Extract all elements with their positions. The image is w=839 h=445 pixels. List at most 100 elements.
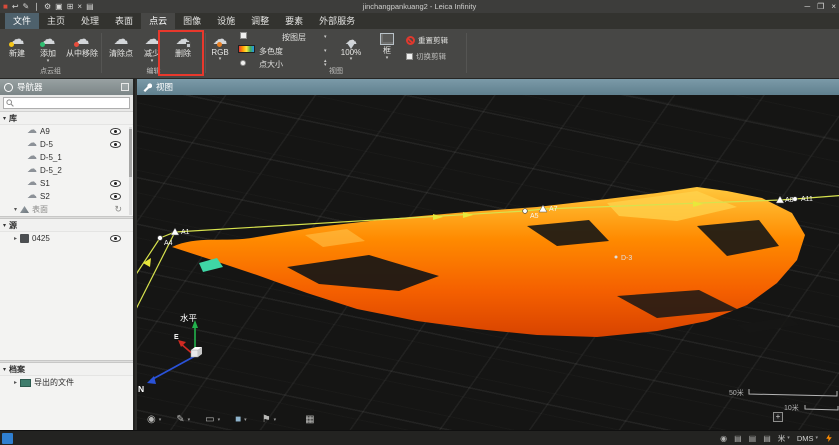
axis-up-label: 水平	[180, 313, 198, 323]
scrollbar[interactable]	[129, 127, 132, 215]
visibility-eye-icon[interactable]	[110, 235, 121, 242]
close-button[interactable]: ×	[831, 0, 836, 13]
group-view: ☁ RGB ▾ 按图层 ▾ 多色度 ▾ 点大小 ▴▾ ☁ 100% ▾	[206, 29, 466, 77]
tree-item-d5-2[interactable]: ☁ D-5_2	[0, 164, 133, 177]
chevron-down-icon: ▾	[219, 57, 222, 62]
chevron-down-icon: ▾	[47, 59, 50, 64]
tree-item-a9[interactable]: ☁ A9	[0, 125, 133, 138]
tab-point-cloud[interactable]: 点云	[141, 13, 175, 29]
add-cloud-icon: ☁	[37, 31, 59, 48]
search-input[interactable]	[3, 97, 130, 109]
visibility-eye-icon[interactable]	[110, 128, 121, 135]
tree-item-d5-1[interactable]: ☁ D-5_1	[0, 151, 133, 164]
tab-features[interactable]: 要素	[277, 13, 311, 29]
by-layer-dropdown[interactable]: 按图层	[282, 32, 306, 43]
ribbon-tabbar: 文件 主页 处理 表面 点云 图像 设施 调整 要素 外部服务	[0, 13, 839, 29]
reset-clip-button[interactable]: 重置剪辑	[406, 35, 448, 46]
visibility-eye-icon[interactable]	[110, 193, 121, 200]
angle-unit-dropdown[interactable]: DMS▾	[797, 434, 818, 443]
window-title: jinchangpankuang2 - Leica Infinity	[0, 0, 839, 13]
tab-services[interactable]: 外部服务	[311, 13, 363, 29]
visibility-eye-icon[interactable]	[110, 141, 121, 148]
status-doc-icon[interactable]: ▤	[749, 434, 757, 443]
orbit-tool-button[interactable]: ◉▾	[147, 414, 161, 425]
chevron-down-icon: ▾	[386, 56, 389, 61]
tab-file[interactable]: 文件	[5, 13, 39, 29]
chevron-down-icon[interactable]: ▾	[324, 48, 327, 54]
filter-cloud-icon: ☁	[340, 31, 362, 48]
flag-tool-button[interactable]: ⚑▾	[262, 414, 276, 425]
taskbar-app-icon[interactable]	[2, 433, 13, 444]
multi-hue-gradient-icon[interactable]	[238, 45, 255, 53]
tool-flash-icon[interactable]	[825, 434, 833, 442]
zoom-percent-button[interactable]: ☁ 100% ▾	[334, 31, 368, 62]
viewport-title: 视图	[156, 81, 173, 93]
tab-adjustments[interactable]: 调整	[243, 13, 277, 29]
tree-item-surfaces[interactable]: ▾ 表面 ↻	[0, 203, 133, 216]
navigator-title: 导航器	[17, 81, 117, 93]
select-tool-button[interactable]: ▭▾	[205, 414, 220, 425]
tree-item-exported-files[interactable]: ▸ 导出的文件	[0, 376, 133, 389]
add-view-button[interactable]: +	[773, 412, 783, 422]
grid-toggle-button[interactable]: ▦	[305, 414, 314, 425]
axis-east-label: E	[174, 334, 179, 341]
search-icon	[6, 99, 14, 107]
tree-item-s2[interactable]: ☁ S2	[0, 190, 133, 203]
checkbox-icon	[406, 53, 413, 60]
section-archive[interactable]: ▾ 档案	[0, 363, 133, 376]
titlebar: ■ ↩ ✎ ❘ ⚙ ▣ ⊞ × ▤ jinchangpankuang2 - Le…	[0, 0, 839, 13]
scale-near-label: 10米	[784, 403, 799, 412]
tab-processing[interactable]: 处理	[73, 13, 107, 29]
highlight-red-box	[158, 30, 204, 76]
tab-infrastructure[interactable]: 设施	[209, 13, 243, 29]
viewport-canvas[interactable]: A4 A1 A5 A7 A8 A11 D-3	[137, 95, 839, 430]
pointcloud-icon: ☁	[27, 152, 37, 162]
pointcloud-icon: ☁	[27, 178, 37, 188]
rgb-cloud-icon: ☁	[209, 31, 231, 48]
chevron-down-icon: ▾	[244, 417, 247, 423]
pin-icon[interactable]	[121, 83, 129, 91]
ribbon: ☁ 新建 ☁ 添加 ▾ ☁ 从中移除 点云组 ☁ 清除点 ☁ 减少	[0, 29, 839, 79]
tab-imaging[interactable]: 图像	[175, 13, 209, 29]
point-cloud-scene: A4 A1 A5 A7 A8 A11 D-3	[137, 95, 839, 430]
box-icon	[380, 33, 394, 45]
length-unit-dropdown[interactable]: 米▾	[778, 433, 790, 444]
tree-item-d5[interactable]: ☁ D-5	[0, 138, 133, 151]
marker-label: A4	[164, 240, 173, 247]
chevron-down-icon[interactable]: ▾	[324, 34, 327, 40]
viewport-toolbar: ◉▾ ✎▾ ▭▾ ■▾ ⚑▾ ▦	[147, 414, 315, 425]
navigator-icon	[4, 83, 13, 92]
tab-surfaces[interactable]: 表面	[107, 13, 141, 29]
axis-triad: 水平 E N	[138, 313, 202, 394]
group-separator	[466, 33, 467, 73]
clean-points-button[interactable]: ☁ 清除点	[104, 31, 138, 59]
section-source[interactable]: ▾ 源	[0, 219, 133, 232]
draw-tool-button[interactable]: ✎▾	[176, 414, 190, 425]
status-doc-icon[interactable]: ▤	[734, 434, 742, 443]
visibility-eye-icon[interactable]	[110, 180, 121, 187]
status-doc-icon[interactable]: ▤	[763, 434, 771, 443]
remove-cloud-icon: ☁	[71, 31, 93, 48]
marker-label: A7	[549, 206, 558, 213]
tab-home[interactable]: 主页	[39, 13, 73, 29]
rgb-button[interactable]: ☁ RGB ▾	[206, 31, 234, 62]
navigator-tree: ▾ 库 ☁ A9 ☁ D-5 ☁ D-5_1 ☁ D-5_2 ☁	[0, 112, 133, 430]
tree-item-0425[interactable]: ▸ 0425	[0, 232, 133, 245]
maximize-button[interactable]: ❐	[817, 0, 824, 13]
by-layer-checkbox[interactable]	[240, 32, 247, 39]
cube-view-button[interactable]: ■▾	[235, 414, 247, 425]
minimize-button[interactable]: ─	[804, 0, 810, 13]
chevron-down-icon: ▾	[274, 417, 277, 423]
toggle-clip-checkbox[interactable]: 切换剪辑	[406, 51, 448, 62]
navigator-header: 导航器	[0, 79, 133, 95]
multi-hue-label[interactable]: 多色度	[259, 46, 283, 57]
remove-from-button[interactable]: ☁ 从中移除	[63, 31, 101, 59]
status-target-icon[interactable]: ◉	[720, 434, 727, 443]
chevron-down-icon: ▾	[159, 417, 162, 423]
box-button[interactable]: 框 ▾	[374, 31, 400, 61]
section-library[interactable]: ▾ 库	[0, 112, 133, 125]
new-button[interactable]: ☁ 新建	[2, 31, 32, 59]
axis-north-label: N	[138, 384, 144, 394]
tree-item-s1[interactable]: ☁ S1	[0, 177, 133, 190]
add-button[interactable]: ☁ 添加 ▾	[33, 31, 63, 64]
